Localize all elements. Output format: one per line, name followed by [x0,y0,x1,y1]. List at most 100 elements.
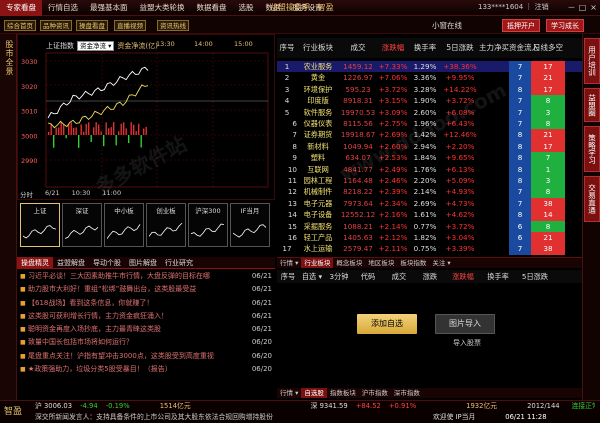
table-tab-5[interactable]: 关注 ▾ [429,258,453,268]
mini-window-toggle[interactable]: 小窗在线 [432,20,462,31]
table-row[interactable]: 12 机械制件 8218.22 +2.39% 2.14% +4.93% 7 8 [277,186,582,198]
open-account-button[interactable]: 抵押开户 [502,19,540,32]
table-tab-1[interactable]: 行业板块 [301,258,334,268]
table-row[interactable]: 2 黄金 1226.97 +7.06% 3.36% +9.95% 7 21 [277,72,582,84]
column-header[interactable]: 资金流入 [509,38,539,58]
add-watchlist-button[interactable]: 添加自选 [357,314,417,334]
cell: 7 [509,95,531,107]
import-stocks-link[interactable]: 导入股票 [453,338,481,348]
watchlist-column[interactable]: 成交 [383,270,415,283]
table-row[interactable]: 8 新材料 1049.94 +2.60% 2.94% +2.20% 8 17 [277,140,582,153]
table-row[interactable]: 9 塑料 634.07 +2.53% 1.84% +9.65% 8 7 [277,152,582,164]
table-row[interactable]: 1 农业服务 1459.12 +7.33% 1.29% +38.36% 7 17 [277,61,582,73]
table-row[interactable]: 4 印度版 8918.31 +3.15% 1.90% +3.72% 7 8 [277,95,582,107]
tab-circle[interactable]: 益盟圈 [584,88,600,122]
news-item[interactable]: ■ 习近平必谈！三大因素助推牛市行情，大盘反弹的目标在哪 06/21 [17,270,275,283]
news-item[interactable]: ■ 【618战场】看到这条信息，你就赚了！ 06/21 [17,297,275,310]
column-header[interactable]: 成交 [339,38,377,58]
nav-data-board[interactable]: 数据看盘 [191,2,233,13]
cell: 轻工产品 [303,233,333,242]
tab-stocks[interactable]: 导动个股 [89,257,125,268]
image-import-button[interactable]: 图片导入 [435,314,495,334]
nav-fundamentals[interactable]: 最强基本面 [84,2,134,13]
nav-quotes[interactable]: 行情自选 [42,2,84,13]
table-tab-0[interactable]: 行情 ▾ [277,258,301,268]
column-header[interactable]: 序号 [277,38,297,58]
column-header[interactable]: 日线多空 [531,38,565,58]
close-icon[interactable]: × [588,0,599,15]
maximize-icon[interactable]: □ [577,0,588,15]
table-row[interactable]: 5 软件服务 19970.53 +3.09% 2.60% +6.08% 7 3 [277,106,582,118]
thumb-2[interactable]: 中小板 [104,203,144,247]
news-item[interactable]: ■ 助力股市大利好！重组“松绑”鼓舞出台，这类股最受益 06/21 [17,283,275,296]
nav-stock-picker[interactable]: 选股 [233,2,260,13]
hotline-button[interactable]: 资讯热线 [157,20,189,31]
watch-button[interactable]: 操盘看盘 [76,20,108,31]
study-button[interactable]: 学习成长 [546,19,584,32]
x-tick-0[interactable]: 分时 [20,189,33,199]
thumb-1[interactable]: 深证 [62,203,102,247]
tab-research[interactable]: 行业研究 [161,257,197,268]
table-row[interactable]: 7 证券期货 19918.67 +2.69% 1.42% +12.46% 8 21 [277,129,582,141]
watchlist-tab-3[interactable]: 沪市指数 [359,388,391,398]
market-overview-tab[interactable]: 股市全景 [4,40,15,76]
table-tab-2[interactable]: 概念板块 [333,258,365,268]
column-header[interactable]: 行业板块 [297,38,339,58]
news-item[interactable]: ■ 致量中国长包括市场将如何运行？ 06/20 [17,336,275,349]
tab-analysis[interactable]: 益盟解盘 [53,257,89,268]
live-video-button[interactable]: 直播视频 [114,20,146,31]
cell: +3.39% [445,244,475,254]
news-date: 06/20 [251,351,272,360]
watchlist-column[interactable]: 自选 ▾ [299,270,325,283]
thumb-5[interactable]: IF当月 [230,203,270,247]
app-title: 益盟操盘手 · 智盈 [270,3,334,12]
watchlist-tab-2[interactable]: 指数板块 [327,388,359,398]
cell: +2.49% [378,164,408,174]
nav-expert[interactable]: 专家看盘 [0,0,42,16]
minimize-icon[interactable]: － [566,0,577,15]
news-button[interactable]: 品种资讯 [40,20,72,31]
watchlist-column[interactable]: 涨跌 [415,270,445,283]
nav-rotation[interactable]: 益盟大类轮换 [134,2,191,13]
account-info[interactable]: 133****1604 ｜ 注销 [478,2,549,12]
table-row[interactable]: 15 采掘服务 1088.21 +2.14% 0.77% +3.72% 6 8 [277,220,582,232]
tab-pictures[interactable]: 图片解盘 [125,257,161,268]
news-item[interactable]: ■ ★政策强助力，垃圾分类5股受暴目！（报告） 06/20 [17,363,275,376]
watchlist-tab-0[interactable]: 行情 ▾ [277,388,301,398]
table-row[interactable]: 14 电子设备 12552.12 +2.16% 1.61% +4.62% 8 14 [277,209,582,221]
watchlist-column[interactable]: 3分钟 [325,270,353,283]
table-tab-4[interactable]: 板块指数 [397,258,429,268]
watchlist-tab-1[interactable]: 自选股 [301,388,327,398]
tab-training[interactable]: 用户培训 [584,38,600,84]
watchlist-column[interactable]: 代码 [353,270,383,283]
ticker-news[interactable]: 深交所新闻发言人：支持具备条件的上市公司及其大股东依法合规回购增持股份 [35,412,365,423]
watchlist-column[interactable]: 涨跌幅 [445,270,481,283]
tab-trade[interactable]: 交易直通 [584,176,600,222]
news-item[interactable]: ■ 这类股可获利增长行情，主力资金疯狂涌入！ 06/21 [17,310,275,323]
table-row[interactable]: 11 园林工程 1164.48 +2.46% 2.20% +5.09% 8 3 [277,175,582,187]
column-header[interactable]: 主力净买 [479,38,509,58]
thumb-0[interactable]: 上证 [20,203,60,247]
watchlist-tab-4[interactable]: 深市指数 [391,388,423,398]
thumb-3[interactable]: 创业板 [146,203,186,247]
column-header[interactable]: 涨跌幅 [377,38,409,58]
cell: 电子设备 [303,210,333,220]
table-row[interactable]: 3 环境保护 595.23 +3.72% 3.28% +14.22% 8 17 [277,83,582,96]
news-item[interactable]: ■ 尾盘重点关注！沪指有望冲击3000点，这类股受到高度重视 06/20 [17,350,275,363]
table-row[interactable]: 10 互联网 4841.77 +2.49% 1.76% +6.13% 8 1 [277,163,582,175]
watchlist-column[interactable]: 5日涨跌 [515,270,555,283]
thumb-4[interactable]: 沪深300 [188,203,228,247]
column-header[interactable]: 5日涨跌 [441,38,479,58]
watchlist-column[interactable]: 换手率 [481,270,515,283]
table-row[interactable]: 17 水上运输 2579.47 +2.11% 0.75% +3.39% 7 38 [277,243,582,255]
watchlist-column[interactable]: 序号 [277,270,299,283]
column-header[interactable]: 换手率 [409,38,441,58]
table-tab-3[interactable]: 地区板块 [365,258,397,268]
tab-jingling[interactable]: 操盘精灵 [17,257,53,268]
table-row[interactable]: 13 电子元器 7973.64 +2.34% 2.69% +4.73% 7 38 [277,197,582,210]
tab-strategy[interactable]: 策略学习 [584,126,600,172]
table-row[interactable]: 6 仪器仪表 8115.56 +2.75% 1.96% +6.43% 7 8 [277,118,582,130]
home-button[interactable]: 综合首页 [4,20,36,31]
news-item[interactable]: ■ 聪明资金再度入场抄底，主力最青睐这类股 06/21 [17,323,275,336]
table-row[interactable]: 16 轻工产品 1405.63 +2.12% 1.82% +3.04% 6 21 [277,232,582,244]
